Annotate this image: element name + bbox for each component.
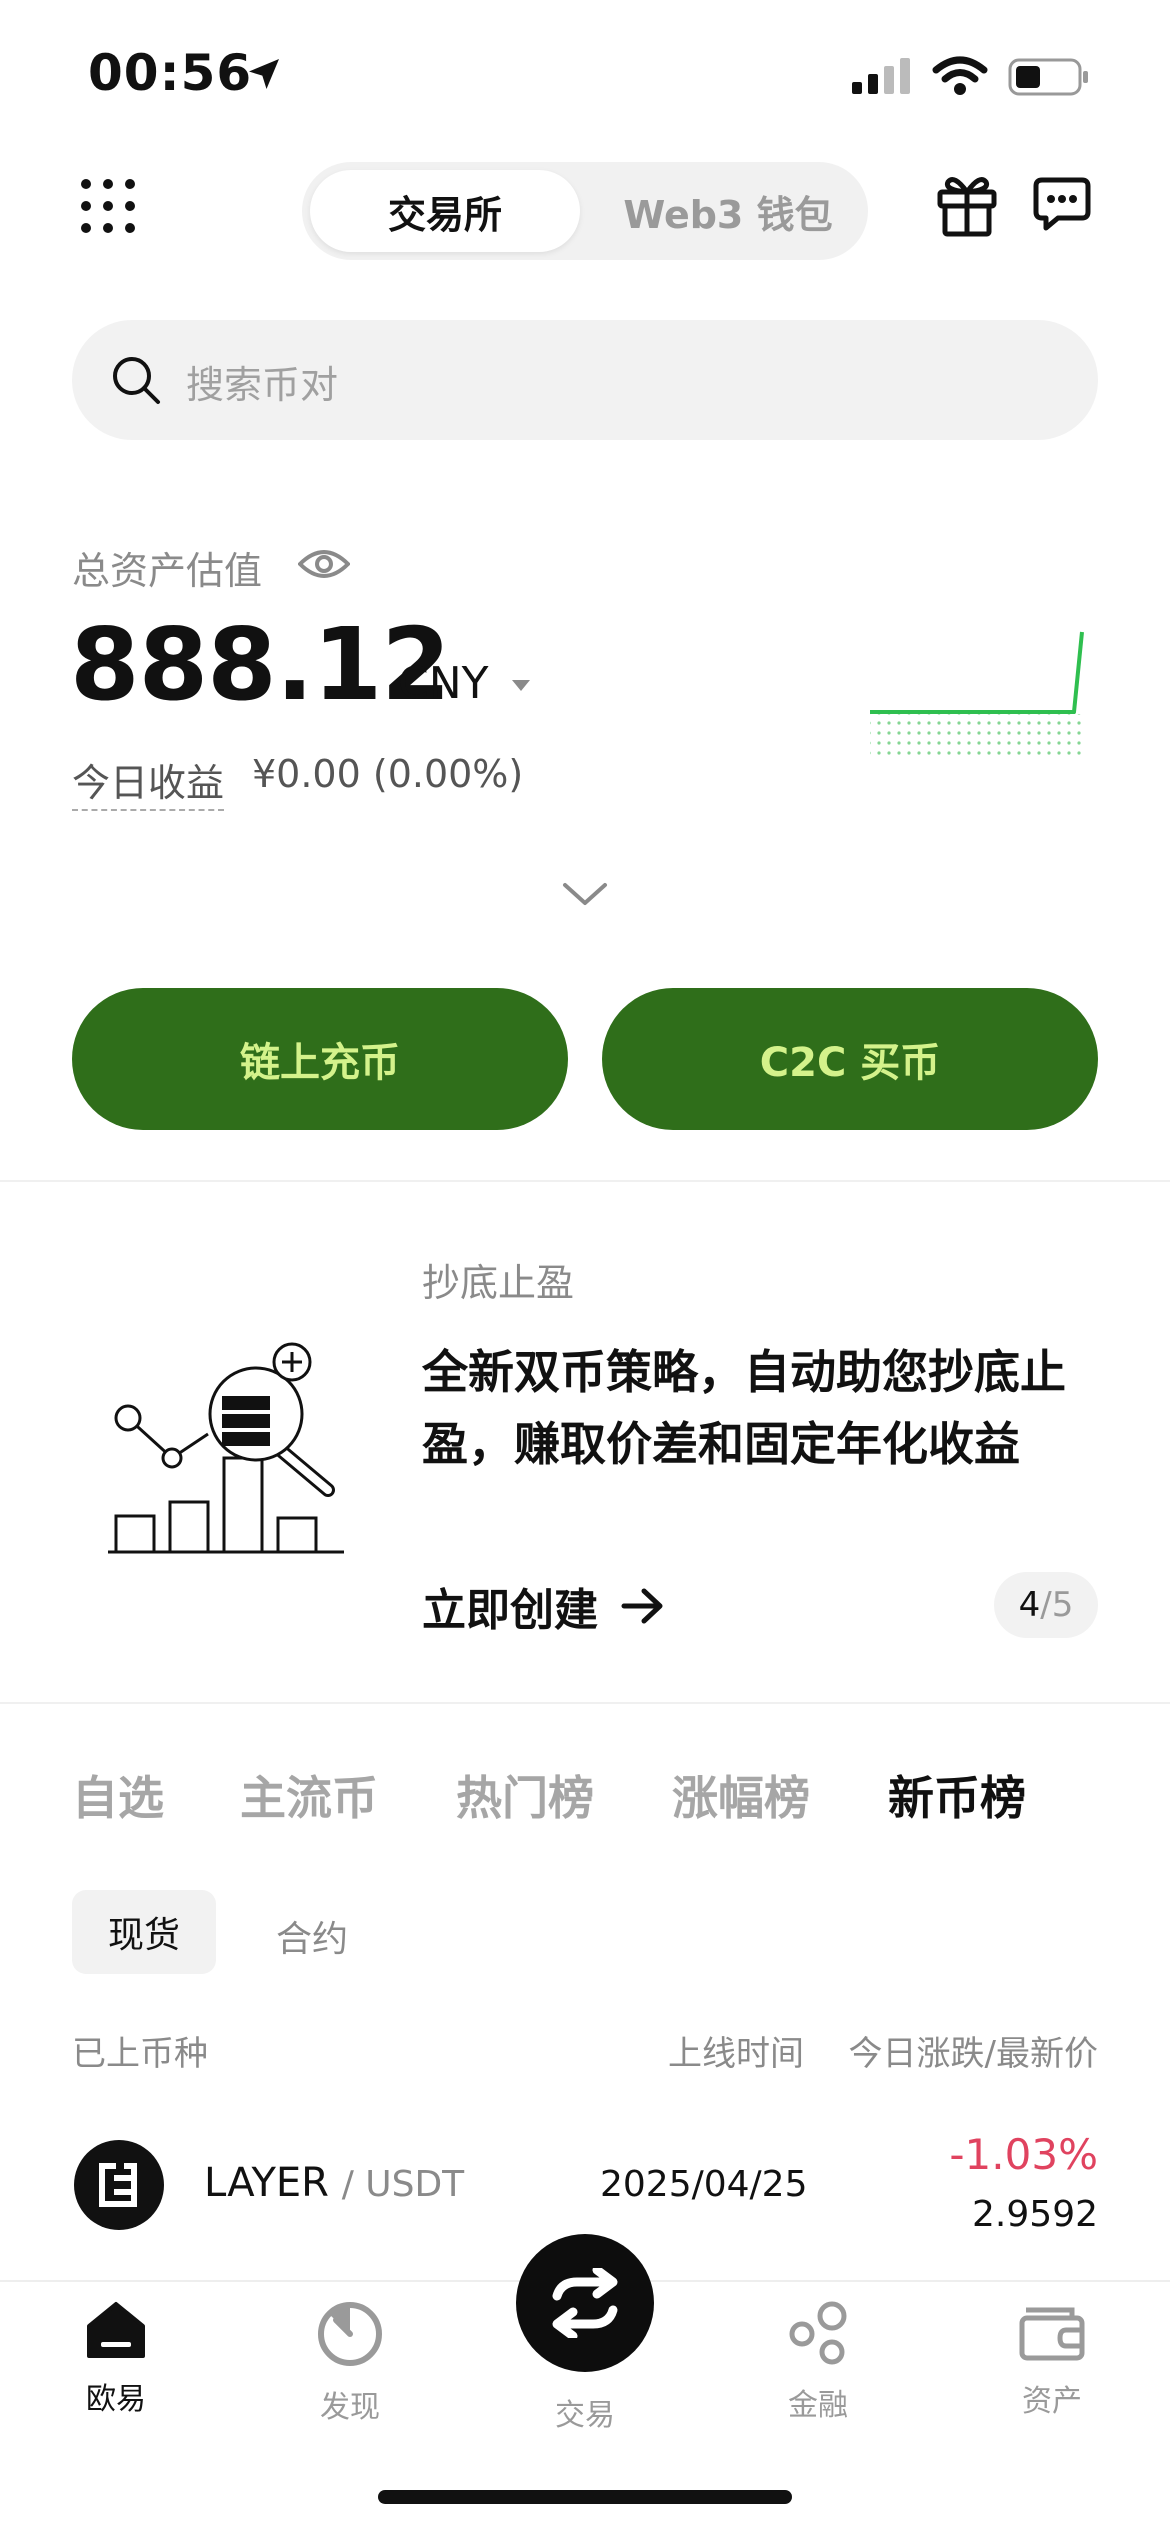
nav-discover[interactable]: 发现 — [250, 2300, 450, 2426]
caret-down-icon[interactable] — [512, 680, 530, 692]
cellular-signal-icon — [852, 58, 914, 94]
last-price: 2.9592 — [972, 2194, 1098, 2235]
subtab-futures[interactable]: 合约 — [276, 1910, 348, 1962]
wallet-icon — [1019, 2307, 1085, 2361]
search-input[interactable]: 搜索币对 — [186, 354, 338, 409]
finance-icon — [789, 2301, 847, 2365]
asset-trend-chart[interactable] — [866, 620, 1090, 760]
battery-icon — [1008, 58, 1090, 96]
trade-button[interactable] — [516, 2234, 654, 2372]
pair-quote: / USDT — [341, 2164, 465, 2205]
nav-home[interactable]: 欧易 — [16, 2300, 216, 2418]
total-assets-label: 总资产估值 — [72, 549, 263, 593]
tab-mainstream[interactable]: 主流币 — [240, 1762, 378, 1828]
total-assets-value: 888.12 — [70, 606, 451, 723]
price-change: -1.03% — [949, 2130, 1098, 2179]
arrow-right-icon — [621, 1588, 663, 1624]
search-icon — [110, 354, 162, 406]
tab-exchange[interactable]: 交易所 — [310, 170, 580, 252]
tab-web3-wallet[interactable]: Web3 钱包 — [596, 170, 860, 252]
today-pnl-label[interactable]: 今日收益 — [72, 752, 225, 811]
message-icon[interactable] — [1032, 176, 1092, 234]
nav-finance[interactable]: 金融 — [718, 2300, 918, 2424]
strategy-illustration-icon — [108, 1338, 348, 1568]
chevron-down-icon[interactable] — [562, 882, 608, 908]
promo-tag: 抄底止盈 — [422, 1261, 575, 1305]
swap-icon — [552, 2268, 618, 2338]
listing-date: 2025/04/25 — [600, 2164, 808, 2205]
home-indicator — [378, 2490, 792, 2504]
wifi-icon — [932, 56, 988, 96]
column-change-price[interactable]: 今日涨跌/最新价 — [849, 2026, 1098, 2075]
divider — [0, 1702, 1170, 1704]
tab-favorites[interactable]: 自选 — [72, 1762, 164, 1828]
gift-icon[interactable] — [936, 172, 998, 238]
layer-coin-logo-icon — [74, 2140, 164, 2230]
status-time: 00:56 — [88, 44, 253, 102]
tab-hot[interactable]: 热门榜 — [456, 1762, 594, 1828]
discover-icon — [318, 2302, 382, 2366]
eye-icon[interactable] — [298, 546, 350, 582]
column-listing-time[interactable]: 上线时间 — [668, 2026, 804, 2075]
column-listed-coins: 已上币种 — [72, 2034, 208, 2074]
nav-trade-label[interactable]: 交易 — [535, 2390, 635, 2434]
currency-selector[interactable]: CNY — [398, 658, 489, 709]
tab-new-listings[interactable]: 新币榜 — [888, 1762, 1026, 1828]
divider — [0, 1180, 1170, 1182]
today-pnl-value: ¥0.00 (0.00%) — [252, 752, 524, 796]
tab-gainers[interactable]: 涨幅榜 — [672, 1762, 810, 1828]
nav-assets[interactable]: 资产 — [952, 2300, 1152, 2420]
pair-base: LAYER — [204, 2160, 329, 2206]
table-row-pair[interactable]: LAYER / USDT — [204, 2160, 464, 2206]
subtab-spot[interactable]: 现货 — [72, 1890, 216, 1974]
home-icon — [87, 2302, 145, 2358]
carousel-page-indicator: 4/5 — [994, 1572, 1098, 1638]
menu-grid-icon[interactable] — [78, 176, 138, 236]
promo-title: 全新双币策略，自动助您抄底止盈，赚取价差和固定年化收益 — [422, 1345, 1066, 1471]
create-now-label: 立即创建 — [422, 1585, 598, 1636]
deposit-button[interactable]: 链上充币 — [72, 988, 568, 1130]
create-now-link[interactable]: 立即创建 — [422, 1574, 666, 1638]
c2c-buy-button[interactable]: C2C 买币 — [602, 988, 1098, 1130]
location-arrow-icon — [244, 54, 284, 94]
